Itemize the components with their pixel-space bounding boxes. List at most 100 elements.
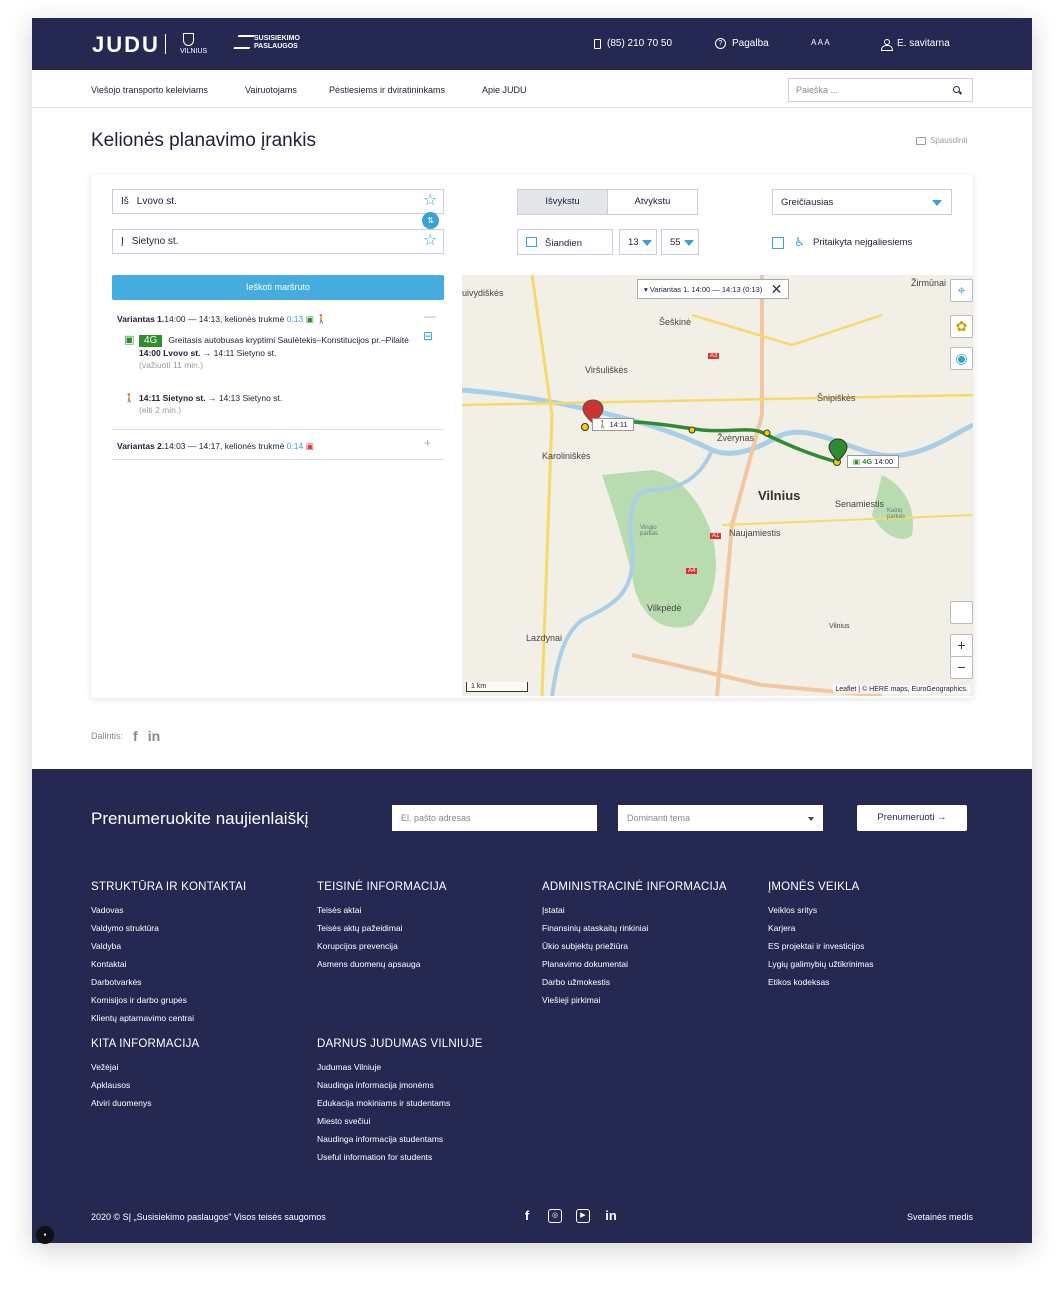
walk-icon: 🚶	[316, 314, 327, 324]
alerts-icon[interactable]: ◉	[950, 347, 973, 370]
variant-2-expand-toggle[interactable]: +	[424, 436, 431, 450]
tab-arrive[interactable]: Atvykstu	[608, 190, 697, 214]
font-size-switcher[interactable]: A A A	[811, 38, 830, 47]
footer-link[interactable]: Useful information for students	[317, 1152, 483, 1162]
footer-link[interactable]: Judumas Vilniuje	[317, 1062, 483, 1072]
route-stop-marker[interactable]	[581, 423, 589, 431]
footer-link[interactable]: Vadovas	[91, 905, 246, 915]
footer-link[interactable]: Etikos kodeksas	[768, 977, 874, 987]
to-field[interactable]: Į Sietyno st.	[112, 229, 444, 254]
map-attribution[interactable]: Leaflet | © HERE maps, EuroGeographics.	[833, 685, 970, 694]
route-stop-marker[interactable]	[688, 426, 696, 434]
facebook-icon[interactable]: f	[520, 1209, 534, 1223]
linkedin-icon[interactable]: in	[148, 728, 160, 744]
variant-2-header[interactable]: Variantas 2.14:03 — 14:17, kelionės truk…	[117, 441, 314, 452]
layers-icon[interactable]: ✿	[950, 315, 973, 338]
footer-link[interactable]: Veiklos sritys	[768, 905, 874, 915]
page-title: Kelionės planavimo įrankis	[91, 130, 316, 151]
subscribe-button[interactable]: Prenumeruoti →	[857, 805, 967, 831]
from-field[interactable]: Iš Lvovo st.	[112, 189, 444, 214]
hour-select[interactable]: 13	[619, 229, 657, 255]
footer-link[interactable]: Darbotvarkės	[91, 977, 246, 987]
bus-icon: ▣	[853, 457, 861, 466]
youtube-icon[interactable]: ▶	[576, 1209, 590, 1223]
footer-link[interactable]: Vežėjai	[91, 1062, 199, 1072]
linkedin-icon[interactable]: in	[604, 1209, 618, 1223]
footer-link[interactable]: Planavimo dokumentai	[542, 959, 727, 969]
footer-link[interactable]: Įstatai	[542, 905, 727, 915]
judu-logo[interactable]: JUDU	[92, 32, 160, 58]
footer-link[interactable]: Teisės aktai	[317, 905, 447, 915]
footer-link[interactable]: Lygių galimybių užtikrinimas	[768, 959, 874, 969]
search-icon[interactable]	[953, 86, 960, 93]
date-select[interactable]: Šiandien	[517, 229, 613, 255]
footer-link[interactable]: Klientų aptarnavimo centrai	[91, 1013, 246, 1023]
footer-link[interactable]: Darbo užmokestis	[542, 977, 727, 987]
accessible-label: Pritaikyta neįgaliesiems	[813, 237, 913, 248]
footer-link[interactable]: Naudinga informacija studentams	[317, 1134, 483, 1144]
to-favorite-star-icon[interactable]: ☆	[423, 233, 437, 249]
zoom-out-button[interactable]: −	[950, 656, 973, 679]
footer-link[interactable]: Edukacija mokiniams ir studentams	[317, 1098, 483, 1108]
footer-link[interactable]: Korupcijos prevencija	[317, 941, 447, 951]
to-value: Sietyno st.	[131, 236, 179, 247]
minute-select[interactable]: 55	[661, 229, 699, 255]
bus-icon: ▣	[305, 314, 314, 324]
footer-link[interactable]: Komisijos ir darbo grupės	[91, 995, 246, 1005]
map-icon[interactable]: ⊟	[423, 330, 433, 342]
footer-link[interactable]: Valdyba	[91, 941, 246, 951]
print-icon	[916, 136, 926, 145]
footer-link[interactable]: Miesto svečiui	[317, 1116, 483, 1126]
footer-link[interactable]: Karjera	[768, 923, 874, 933]
sitemap-link[interactable]: Svetainės medis	[907, 1212, 973, 1222]
map-label: Naujamiestis	[729, 528, 781, 538]
map-variant-tooltip[interactable]: ▾ Variantas 1. 14:00 — 14:13 (0:13) ✕	[637, 279, 790, 299]
walk-time-marker[interactable]: 🚶 14:11	[592, 418, 634, 431]
footer-link[interactable]: Kontaktai	[91, 959, 246, 969]
footer-link[interactable]: Apklausos	[91, 1080, 199, 1090]
sort-select[interactable]: Greičiausias	[772, 189, 952, 215]
user-icon	[881, 38, 893, 51]
nav-item-drivers[interactable]: Vairuotojams	[245, 85, 297, 95]
footer-link[interactable]: Teisės aktų pažeidimai	[317, 923, 447, 933]
account-link[interactable]: E. savitarna	[881, 38, 950, 51]
locate-icon[interactable]: ⌖	[950, 279, 973, 302]
help-link[interactable]: ? Pagalba	[715, 38, 769, 49]
topic-placeholder: Dominanti tema	[627, 813, 691, 823]
instagram-icon[interactable]: ◎	[548, 1209, 562, 1223]
map-blank-control[interactable]	[950, 601, 973, 624]
phone-link[interactable]: (85) 210 70 50	[594, 38, 672, 49]
share-bar: Dalintis: f in	[91, 728, 160, 744]
bus-time-marker[interactable]: ▣ 4G 14:00	[847, 455, 900, 468]
nav-item-pedestrians[interactable]: Pėstiesiems ir dviratininkams	[329, 85, 445, 95]
cookie-settings-icon[interactable]: ●	[36, 1226, 54, 1244]
walk-leg-start: 14:11 Sietyno st.	[139, 393, 206, 403]
swap-direction-icon[interactable]: ⇅	[422, 212, 439, 229]
footer-link[interactable]: Asmens duomenų apsauga	[317, 959, 447, 969]
footer-link[interactable]: Valdymo struktūra	[91, 923, 246, 933]
print-button[interactable]: Spausdinti	[916, 136, 967, 145]
accessible-checkbox[interactable]	[772, 237, 784, 249]
footer-link[interactable]: Ūkio subjektų priežiūra	[542, 941, 727, 951]
footer-link[interactable]: Atviri duomenys	[91, 1098, 199, 1108]
nav-item-about[interactable]: Apie JUDU	[482, 85, 527, 95]
search-input[interactable]: Paieška ...	[788, 78, 973, 102]
route-stop-marker[interactable]	[763, 429, 771, 437]
topic-select[interactable]: Dominanti tema	[618, 805, 823, 831]
footer-link[interactable]: ES projektai ir investicijos	[768, 941, 874, 951]
variant-1-header[interactable]: Variantas 1.14:00 — 14:13, kelionės truk…	[117, 314, 327, 325]
zoom-in-button[interactable]: +	[950, 634, 973, 657]
search-route-button[interactable]: Ieškoti maršruto	[112, 275, 444, 300]
variant-1-collapse-toggle[interactable]: —	[424, 309, 436, 323]
email-field[interactable]: El. pašto adresas	[392, 805, 597, 831]
footer-link[interactable]: Viešieji pirkimai	[542, 995, 727, 1005]
route-map[interactable]: Žirmūnai uivydiškės Šeškinė Viršuliškės …	[462, 275, 973, 696]
nav-item-passengers[interactable]: Viešojo transporto keleiviams	[91, 85, 208, 95]
from-favorite-star-icon[interactable]: ☆	[423, 193, 437, 209]
footer-link[interactable]: Naudinga informacija įmonėms	[317, 1080, 483, 1090]
footer-link[interactable]: Finansinių ataskaitų rinkiniai	[542, 923, 727, 933]
close-icon[interactable]: ✕	[771, 281, 783, 298]
facebook-icon[interactable]: f	[133, 728, 138, 744]
tab-depart[interactable]: Išvykstu	[518, 190, 608, 214]
chevron-down-icon	[932, 200, 942, 206]
